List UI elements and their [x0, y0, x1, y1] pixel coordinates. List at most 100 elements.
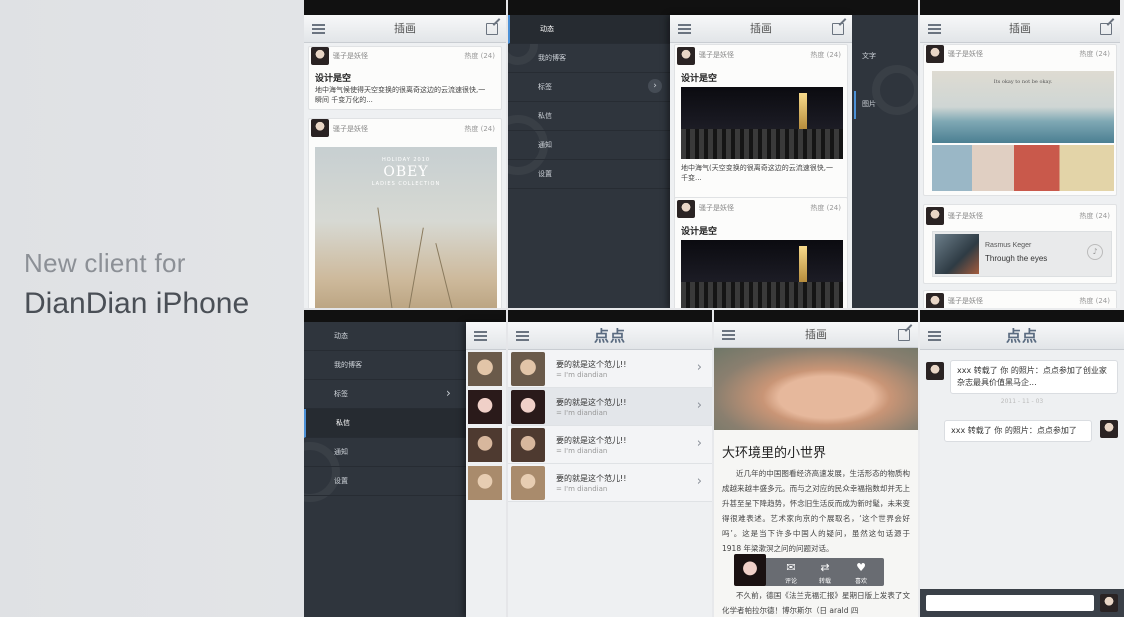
post-title: 设计是空 — [315, 74, 352, 84]
avatar[interactable] — [677, 200, 695, 218]
music-player[interactable]: Rasmus Keger Through the eyes ♪ — [932, 231, 1112, 277]
post-card[interactable]: 骚子是妖怪 热度 (24) 设计是空 地中海气候使得天空变换的很离奇这边的云流速… — [308, 46, 502, 110]
post-title: 设计是空 — [681, 74, 718, 84]
night-photo[interactable] — [681, 87, 843, 159]
avatar[interactable] — [511, 466, 545, 500]
message-row[interactable]: 要的就是这个范儿!! = I'm diandian › — [508, 426, 712, 464]
article-cover-photo[interactable] — [714, 348, 918, 430]
heat-count: 热度 (24) — [810, 51, 841, 59]
poster-photo[interactable]: HOLIDAY 2010 OBEY LADIES COLLECTION — [315, 147, 497, 308]
menu-item-4[interactable]: 通知 — [304, 438, 466, 467]
heat-count: 热度 (24) — [1079, 297, 1110, 305]
username[interactable]: 骚子是妖怪 — [948, 49, 983, 59]
menu-item-0[interactable]: 动态 — [508, 15, 670, 44]
comment-button[interactable]: ✉ 评论 — [776, 558, 806, 586]
sea-photo[interactable]: Its okay to not be okay. — [932, 71, 1114, 143]
screen-feed: 插画 骚子是妖怪 热度 (24) 设计是空 地中海气候使得天空变换的很离奇这边的… — [304, 0, 506, 308]
menu-item-3[interactable]: 私信 — [508, 102, 670, 131]
post-card[interactable]: 骚子是妖怪 热度 (24) 设计是空 地中海气(天空变换的很离奇这边的云流速很快… — [674, 44, 848, 202]
username[interactable]: 骚子是妖怪 — [333, 51, 368, 61]
avatar[interactable] — [734, 554, 766, 586]
side-menu: 动态 我的博客 标签 › 私信 通知 设置 — [304, 322, 466, 617]
avatar[interactable] — [468, 466, 502, 500]
message-row[interactable]: 要的就是这个范儿!! = I'm diandian › — [508, 464, 712, 502]
menu-item-0[interactable]: 动态 — [304, 322, 466, 351]
music-card[interactable]: 骚子是妖怪 热度 (24) Rasmus Keger Through the e… — [923, 204, 1117, 284]
chevron-right-icon[interactable]: › — [446, 386, 451, 400]
avatar[interactable] — [926, 207, 944, 225]
music-note-icon[interactable]: ♪ — [1087, 244, 1103, 260]
menu-item-2[interactable]: 标签 — [304, 380, 466, 409]
compose-icon[interactable] — [1100, 23, 1112, 35]
plant-stem — [435, 243, 456, 308]
repost-button[interactable]: ⇄ 转载 — [810, 558, 840, 586]
menu-item-1[interactable]: 我的博客 — [508, 44, 670, 73]
menu-item-5[interactable]: 设置 — [304, 467, 466, 496]
avatar[interactable] — [311, 47, 329, 65]
username[interactable]: 骚子是妖怪 — [948, 296, 983, 306]
avatar[interactable] — [1100, 420, 1118, 438]
menu-icon[interactable] — [928, 24, 941, 34]
screen-menu-messages: 动态 我的博客 标签 › 私信 通知 设置 — [304, 310, 506, 617]
avatar[interactable] — [926, 293, 944, 308]
chevron-right-icon: › — [696, 474, 702, 489]
avatar[interactable] — [1100, 594, 1118, 612]
menu-icon[interactable] — [928, 331, 941, 341]
crowd — [681, 281, 843, 308]
username[interactable]: 骚子是妖怪 — [333, 124, 368, 134]
chevron-right-icon[interactable]: › — [648, 79, 662, 93]
nav-title: 插画 — [1009, 22, 1031, 35]
chat-timestamp: 2011 - 11 - 03 — [1000, 398, 1044, 405]
avatar[interactable] — [926, 45, 944, 63]
avatar[interactable] — [511, 352, 545, 386]
chat-input[interactable] — [926, 595, 1094, 611]
post-card[interactable]: 骚子是妖怪 热度 (24) — [923, 290, 1117, 308]
menu-item-4[interactable]: 通知 — [508, 131, 670, 160]
side-menu: 动态 我的博客 标签 › 私信 通知 设置 — [508, 15, 670, 308]
like-button[interactable]: ♥ 喜欢 — [846, 558, 876, 586]
chat-input-bar — [920, 589, 1124, 617]
chat-bubble-sent: xxx 转载了 你 的照片：点点参加了 — [944, 420, 1092, 442]
username[interactable]: 骚子是妖怪 — [948, 211, 983, 221]
menu-item-3[interactable]: 私信 — [304, 409, 466, 438]
menu-icon[interactable] — [474, 331, 487, 341]
status-bar — [304, 310, 506, 322]
avatar[interactable] — [677, 47, 695, 65]
side-tabs: 文字 图片 — [852, 15, 918, 308]
avatar[interactable] — [311, 119, 329, 137]
night-photo[interactable] — [681, 240, 843, 308]
nav-bar: 点点 — [508, 322, 712, 350]
avatar[interactable] — [511, 428, 545, 462]
screen-chat: 点点 xxx 转载了 你 的照片：点点参加了创业家杂志最具价值黑马企... 20… — [920, 310, 1124, 617]
avatar[interactable] — [926, 362, 944, 380]
menu-item-1[interactable]: 我的博客 — [304, 351, 466, 380]
poster-line-3: LADIES COLLECTION — [371, 181, 441, 187]
compose-icon[interactable] — [898, 329, 910, 341]
collage-photo[interactable] — [932, 145, 1114, 191]
username[interactable]: 骚子是妖怪 — [699, 203, 734, 213]
menu-icon[interactable] — [722, 330, 735, 340]
message-row[interactable]: 要的就是这个范儿!! = I'm diandian › — [508, 350, 712, 388]
intro: New client for DianDian iPhone — [24, 248, 249, 321]
screen-article: 插画 大环境里的小世界 近几年的中国图看经济高速发展，生活形态的物质构成越来越丰… — [714, 310, 918, 617]
nav-bar: 点点 — [920, 322, 1124, 350]
post-card[interactable]: 骚子是妖怪 热度 (24) 设计是空 — [674, 197, 848, 308]
side-tab-text[interactable]: 文字 — [862, 51, 876, 61]
post-card[interactable]: 骚子是妖怪 热度 (24) Its okay to not be okay. — [923, 44, 1117, 196]
menu-item-2[interactable]: 标签 — [508, 73, 670, 102]
username[interactable]: 骚子是妖怪 — [699, 50, 734, 60]
avatar[interactable] — [468, 428, 502, 462]
menu-icon[interactable] — [678, 24, 691, 34]
avatar[interactable] — [468, 390, 502, 424]
message-row[interactable]: 要的就是这个范儿!! = I'm diandian › — [508, 388, 712, 426]
avatar[interactable] — [468, 352, 502, 386]
showcase-page: { "intro": {"line1": "New client for", "… — [0, 0, 1124, 617]
post-card-photo[interactable]: 骚子是妖怪 热度 (24) HOLIDAY 2010 OBEY LADIES C… — [308, 118, 502, 308]
compose-icon[interactable] — [486, 23, 498, 35]
compose-icon[interactable] — [832, 23, 844, 35]
menu-icon[interactable] — [516, 331, 529, 341]
chat-bubble-received: xxx 转载了 你 的照片：点点参加了创业家杂志最具价值黑马企... — [950, 360, 1118, 394]
avatar[interactable] — [511, 390, 545, 424]
menu-icon[interactable] — [312, 24, 325, 34]
menu-item-5[interactable]: 设置 — [508, 160, 670, 189]
